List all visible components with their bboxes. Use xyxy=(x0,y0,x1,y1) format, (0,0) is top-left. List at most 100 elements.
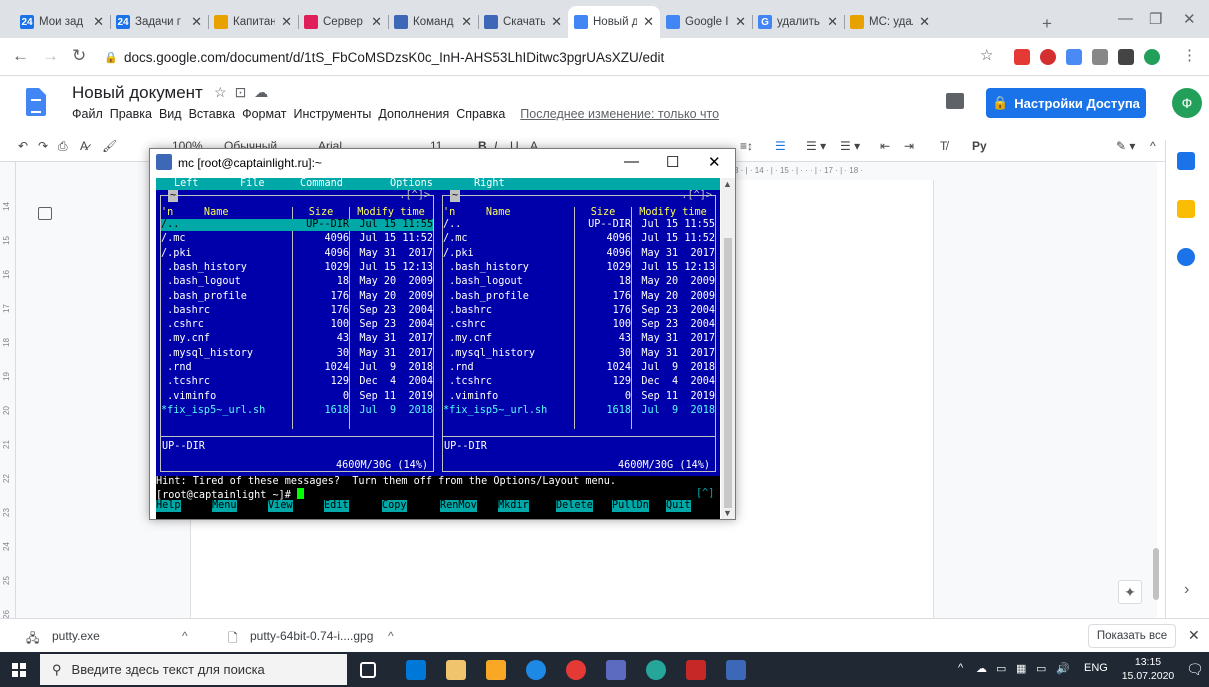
browser-tab[interactable]: Gудалить ✕ xyxy=(752,6,844,38)
file-row[interactable]: .cshrc 100 Sep 23 2004 xyxy=(161,319,433,331)
undo-icon[interactable]: ↶ xyxy=(18,139,28,153)
file-row[interactable]: .rnd 1024 Jul 9 2018 xyxy=(161,362,433,374)
file-row[interactable]: *fix_isp5~_url.sh 1618 Jul 9 2018 xyxy=(161,405,433,417)
docs-menu-item[interactable]: Справка xyxy=(456,107,505,121)
tab-close-icon[interactable]: ✕ xyxy=(919,14,930,30)
telegram-icon[interactable] xyxy=(646,660,666,680)
file-row[interactable]: .bashrc 176 Sep 23 2004 xyxy=(443,305,715,317)
page-scrollbar[interactable] xyxy=(1153,548,1159,600)
docs-menu-item[interactable]: Инструменты xyxy=(293,107,371,121)
app-cube-icon[interactable] xyxy=(606,660,626,680)
file-row[interactable]: .my.cnf 43 May 31 2017 xyxy=(161,333,433,345)
docs-menu-item[interactable]: Файл xyxy=(72,107,103,121)
show-all-downloads-button[interactable]: Показать все xyxy=(1088,624,1176,648)
browser-tab[interactable]: Новый д ✕ xyxy=(568,6,660,38)
mc-menu-item[interactable]: Command xyxy=(300,178,343,190)
maximize-window-button[interactable]: ❐ xyxy=(1149,10,1162,28)
file-row[interactable]: .cshrc 100 Sep 23 2004 xyxy=(443,319,715,331)
putty-exe-icon[interactable]: 🖧 xyxy=(26,629,39,650)
checklist-icon[interactable]: ☰ xyxy=(775,139,786,153)
url-input[interactable]: 🔒 docs.google.com/document/d/1tS_FbCoMSD… xyxy=(104,43,964,71)
tab-close-icon[interactable]: ✕ xyxy=(551,14,562,30)
mail-icon[interactable] xyxy=(406,660,426,680)
puzzle-extensions-icon[interactable] xyxy=(1118,49,1134,65)
tab-close-icon[interactable]: ✕ xyxy=(735,14,746,30)
expand-side-panel-icon[interactable]: › xyxy=(1184,581,1189,599)
file-row[interactable]: .bash_profile 176 May 20 2009 xyxy=(161,291,433,303)
file-row[interactable]: .tcshrc 129 Dec 4 2004 xyxy=(161,376,433,388)
chevron-up-icon[interactable]: ^ xyxy=(388,629,394,643)
column-modify-time[interactable]: Modify time xyxy=(349,207,433,219)
file-row[interactable]: .bash_logout 18 May 20 2009 xyxy=(443,276,715,288)
docs-menu-item[interactable]: Формат xyxy=(242,107,286,121)
mc-menu-item[interactable]: Options xyxy=(390,178,433,190)
monitor-icon[interactable]: ▭ xyxy=(1036,662,1046,675)
file-row[interactable]: .mysql_history 30 May 31 2017 xyxy=(161,348,433,360)
browser-tab[interactable]: Сервер ✕ xyxy=(298,6,388,38)
taskbar-search-input[interactable]: ⚲ Введите здесь текст для поиска xyxy=(40,654,347,685)
collapse-menus-icon[interactable]: ^ xyxy=(1150,139,1156,153)
paint-format-icon[interactable]: 🖌 xyxy=(102,139,117,153)
minimize-window-button[interactable]: — xyxy=(1118,10,1133,27)
cloud-status-icon[interactable]: ☁ xyxy=(254,84,276,100)
translate-icon[interactable] xyxy=(1066,49,1082,65)
network-icon[interactable]: ▦ xyxy=(1016,662,1026,675)
task-view-icon[interactable] xyxy=(360,662,376,678)
decrease-indent-icon[interactable]: ⇤ xyxy=(880,139,890,153)
terminal-scrollbar[interactable]: ▲ ▼ xyxy=(721,178,735,519)
browser-tab[interactable]: 24 Задачи г ✕ xyxy=(110,6,208,38)
scroll-up-icon[interactable]: ▲ xyxy=(723,179,732,189)
putty-icon[interactable] xyxy=(156,154,172,170)
putty-taskbar-icon[interactable] xyxy=(726,660,746,680)
docs-menu-item[interactable]: Вид xyxy=(159,107,182,121)
right-panel[interactable]: ~ .[^]>'n Name Size Modify time/.. UP--DIR Ju… xyxy=(438,190,720,476)
download-item[interactable]: putty-64bit-0.74-i....gpg xyxy=(250,629,373,643)
last-edit-link[interactable]: Последнее изменение: только что xyxy=(520,107,719,121)
panel-hotlist-marker[interactable]: .[^]> xyxy=(399,190,430,202)
panel-path[interactable]: ~ xyxy=(168,190,179,202)
browser-tab[interactable]: Google I ✕ xyxy=(660,6,752,38)
browser-tab[interactable]: MC: удал ✕ xyxy=(844,6,936,38)
edge-icon[interactable] xyxy=(526,660,546,680)
file-row[interactable]: .viminfo 0 Sep 11 2019 xyxy=(443,391,715,403)
putty-close-button[interactable]: ✕ xyxy=(708,153,721,171)
mc-menu-item[interactable]: Left xyxy=(174,178,199,190)
docs-menu-item[interactable]: Правка xyxy=(110,107,152,121)
start-windows-icon[interactable] xyxy=(12,663,26,677)
browser-tab[interactable]: Команд ✕ xyxy=(388,6,478,38)
editing-mode-icon[interactable]: ✎ ▾ xyxy=(1116,139,1135,153)
spellcheck-icon[interactable]: A̷ xyxy=(80,139,88,153)
docs-menu-item[interactable]: Дополнения xyxy=(378,107,449,121)
new-tab-button[interactable]: + xyxy=(1042,14,1052,34)
file-row[interactable]: .mysql_history 30 May 31 2017 xyxy=(443,348,715,360)
left-panel[interactable]: ~ .[^]>'n Name Size Modify time/.. UP--DIR Ju… xyxy=(156,190,438,476)
clear-formatting-icon[interactable]: T̸ xyxy=(940,139,947,153)
browser-menu-icon[interactable]: ⋮ xyxy=(1182,46,1197,64)
scroll-down-icon[interactable]: ▼ xyxy=(723,508,732,518)
document-title[interactable]: Новый документ xyxy=(72,83,203,103)
tab-close-icon[interactable]: ✕ xyxy=(643,14,654,30)
file-row[interactable]: .rnd 1024 Jul 9 2018 xyxy=(443,362,715,374)
reload-icon[interactable]: ↻ xyxy=(72,46,86,66)
close-window-button[interactable]: ✕ xyxy=(1183,10,1196,28)
browser-tab[interactable]: 24 Мои зад ✕ xyxy=(14,6,110,38)
language-indicator[interactable]: ENG xyxy=(1084,662,1108,674)
bulleted-list-icon[interactable]: ☰ ▾ xyxy=(806,139,826,153)
onedrive-icon[interactable]: ☁ xyxy=(976,662,987,675)
filezilla-icon[interactable] xyxy=(686,660,706,680)
terminal-screen[interactable]: Left File Command Options Right ~ .[^]> 'n Nam… xyxy=(156,178,720,519)
redo-icon[interactable]: ↷ xyxy=(38,139,48,153)
browser-tab[interactable]: Скачать ✕ xyxy=(478,6,568,38)
notification-icon[interactable]: 🗨 xyxy=(1186,661,1204,678)
file-row[interactable]: /.mc 4096 Jul 15 11:52 xyxy=(443,233,715,245)
explore-icon[interactable]: ✦ xyxy=(1118,580,1142,604)
file-row[interactable]: .viminfo 0 Sep 11 2019 xyxy=(161,391,433,403)
column-name[interactable]: 'n Name xyxy=(443,207,575,219)
file-row[interactable]: .bash_history 1029 Jul 15 12:13 xyxy=(161,262,433,274)
tab-close-icon[interactable]: ✕ xyxy=(371,14,382,30)
file-row[interactable]: .bashrc 176 Sep 23 2004 xyxy=(161,305,433,317)
input-tools-button[interactable]: Ру xyxy=(972,139,987,153)
column-size[interactable]: Size xyxy=(293,207,349,219)
file-row[interactable]: .bash_profile 176 May 20 2009 xyxy=(443,291,715,303)
taskbar-clock[interactable]: 13:15 15.07.2020 xyxy=(1120,655,1176,683)
